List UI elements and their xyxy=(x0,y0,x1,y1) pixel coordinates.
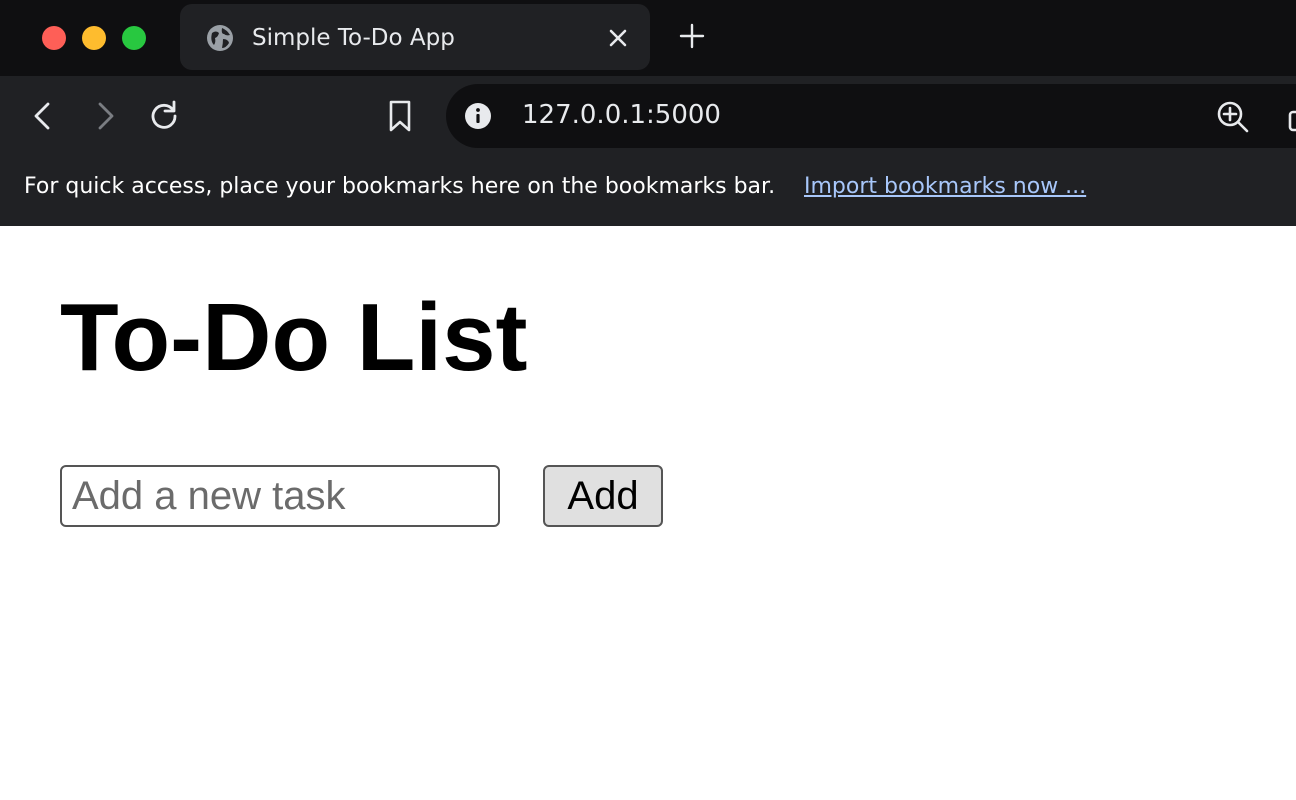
page-title: To-Do List xyxy=(60,284,528,391)
tab-strip: Simple To-Do App xyxy=(0,0,1296,76)
browser-chrome: Simple To-Do App 127.0.0.1:5000 For quic… xyxy=(0,0,1296,226)
address-bar[interactable]: 127.0.0.1:5000 xyxy=(446,84,1296,148)
tab-title: Simple To-Do App xyxy=(252,25,455,51)
reload-icon[interactable] xyxy=(146,98,182,134)
browser-toolbar: 127.0.0.1:5000 xyxy=(0,76,1296,158)
globe-icon xyxy=(206,24,234,52)
page-content: To-Do List Add xyxy=(0,226,1296,800)
maximize-window-button[interactable] xyxy=(122,26,146,50)
minimize-window-button[interactable] xyxy=(82,26,106,50)
active-tab[interactable]: Simple To-Do App xyxy=(180,4,650,70)
new-tab-icon[interactable] xyxy=(678,22,706,50)
new-task-input[interactable] xyxy=(60,465,500,527)
back-icon[interactable] xyxy=(26,98,62,134)
zoom-icon[interactable] xyxy=(1216,100,1250,134)
bookmarks-bar: For quick access, place your bookmarks h… xyxy=(0,158,1296,226)
import-bookmarks-link[interactable]: Import bookmarks now ... xyxy=(804,174,1086,199)
bookmark-icon[interactable] xyxy=(382,98,418,134)
site-info-icon[interactable] xyxy=(464,102,492,130)
forward-icon[interactable] xyxy=(86,98,122,134)
close-window-button[interactable] xyxy=(42,26,66,50)
share-icon[interactable] xyxy=(1286,102,1296,132)
bookmarks-bar-message: For quick access, place your bookmarks h… xyxy=(24,174,776,199)
close-tab-icon[interactable] xyxy=(606,26,630,50)
add-task-button[interactable]: Add xyxy=(543,465,663,527)
url-text: 127.0.0.1:5000 xyxy=(522,100,721,130)
